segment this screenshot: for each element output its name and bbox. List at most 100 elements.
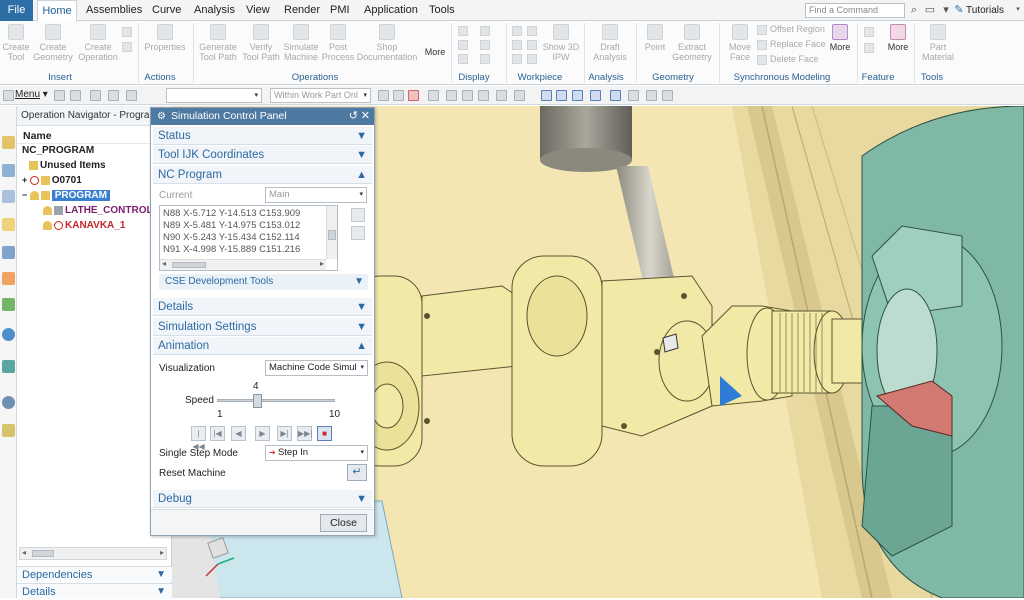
- select-icon[interactable]: [90, 90, 101, 101]
- feature-tool-icon[interactable]: [864, 42, 877, 53]
- rewind-to-start-button[interactable]: |◀◀: [191, 426, 206, 451]
- cse-development-tools[interactable]: CSE Development Tools ▼: [159, 274, 368, 290]
- tab-file[interactable]: File: [0, 0, 33, 21]
- stop-button[interactable]: ■: [317, 426, 332, 441]
- close-icon[interactable]: ✕: [361, 108, 370, 125]
- draft-analysis-button[interactable]: Draft Analysis: [590, 24, 630, 62]
- constraint-navigator-icon[interactable]: [2, 164, 15, 177]
- tutorials-link[interactable]: Tutorials: [966, 0, 1004, 21]
- tab-home[interactable]: Home: [37, 0, 77, 22]
- step-back-button[interactable]: |◀: [210, 426, 225, 441]
- view-icon[interactable]: [610, 90, 621, 101]
- reset-machine-button[interactable]: ↵: [347, 464, 367, 481]
- tab-tools[interactable]: Tools: [429, 0, 455, 21]
- display-tool-icon[interactable]: [458, 53, 471, 64]
- nc-list-icon[interactable]: [351, 226, 365, 240]
- extract-geometry-button[interactable]: Extract Geometry: [672, 24, 712, 62]
- play-reverse-button[interactable]: ◀: [231, 426, 246, 441]
- step-forward-button[interactable]: ▶|: [277, 426, 292, 441]
- display-tool-icon[interactable]: [480, 53, 493, 64]
- view-icon[interactable]: [541, 90, 552, 101]
- tree-row-unused-items[interactable]: Unused Items: [29, 158, 106, 173]
- workpiece-tool-icon[interactable]: [512, 25, 525, 36]
- assembly-navigator-icon[interactable]: [2, 136, 15, 149]
- create-tool-button[interactable]: Create Tool: [2, 24, 30, 62]
- show-3d-ipw-button[interactable]: Show 3D IPW: [541, 24, 581, 62]
- tree-row-program[interactable]: − PROGRAM: [22, 188, 110, 203]
- select-icon[interactable]: [54, 90, 65, 101]
- display-tool-icon[interactable]: [458, 25, 471, 36]
- menu-button[interactable]: Menu ▾: [15, 89, 48, 100]
- nc-line[interactable]: N88 X-5.712 Y-14.513 C153.909: [163, 208, 300, 220]
- scrollbar-thumb[interactable]: [172, 262, 206, 268]
- snap-icon[interactable]: [514, 90, 525, 101]
- clock-icon[interactable]: [2, 396, 15, 409]
- snap-icon[interactable]: [428, 90, 439, 101]
- single-step-mode-select[interactable]: ➔ Step In ▾: [265, 445, 368, 461]
- sync-more-button[interactable]: More: [826, 24, 854, 52]
- snap-icon[interactable]: [462, 90, 473, 101]
- close-button[interactable]: Close: [320, 514, 367, 532]
- snap-icon[interactable]: [408, 90, 419, 101]
- roles-icon[interactable]: [2, 424, 15, 437]
- snap-icon[interactable]: [478, 90, 489, 101]
- play-forward-button[interactable]: ▶: [255, 426, 270, 441]
- tab-render[interactable]: Render: [284, 0, 320, 21]
- scope-select[interactable]: Within Work Part Onl ▾: [270, 88, 371, 103]
- column-header-name[interactable]: Name: [17, 128, 172, 144]
- create-operation-button[interactable]: Create Operation: [76, 24, 120, 62]
- post-process-button[interactable]: Post Process: [321, 24, 355, 62]
- machine-navigator-icon[interactable]: [2, 246, 15, 259]
- offset-region-button[interactable]: Offset Region: [757, 24, 825, 35]
- display-tool-icon[interactable]: [480, 39, 493, 50]
- tree-row-nc-program[interactable]: NC_PROGRAM: [22, 143, 94, 158]
- scrollbar-thumb[interactable]: [328, 230, 336, 240]
- type-filter-select[interactable]: ▾: [166, 88, 262, 103]
- fast-forward-button[interactable]: ▶▶|: [297, 426, 312, 441]
- speed-slider[interactable]: [217, 394, 335, 408]
- point-button[interactable]: Point: [642, 24, 668, 52]
- nc-line[interactable]: N91 X-4.998 Y-15.889 C151.216: [163, 244, 300, 256]
- tree-row-o0701[interactable]: + O0701: [22, 173, 82, 188]
- view-icon[interactable]: [646, 90, 657, 101]
- display-tool-icon[interactable]: [480, 25, 493, 36]
- horizontal-scrollbar[interactable]: ◂ ▸: [19, 547, 167, 560]
- dropdown-icon[interactable]: ▾: [940, 4, 952, 16]
- operations-more-button[interactable]: More: [421, 47, 449, 57]
- reset-dialog-icon[interactable]: ↺: [349, 108, 358, 125]
- visualization-select[interactable]: Machine Code Simul ▾: [265, 360, 368, 376]
- workpiece-tool-icon[interactable]: [527, 39, 540, 50]
- tab-assemblies[interactable]: Assemblies: [86, 0, 142, 21]
- current-program-select[interactable]: Main ▾: [265, 187, 367, 203]
- nc-line[interactable]: N90 X-5.243 Y-15.434 C152.114: [163, 232, 300, 244]
- properties-button[interactable]: Properties: [142, 24, 188, 52]
- delete-face-button[interactable]: Delete Face: [757, 54, 819, 65]
- nc-list-vscroll[interactable]: [326, 206, 337, 259]
- tab-view[interactable]: View: [246, 0, 270, 21]
- snap-icon[interactable]: [378, 90, 389, 101]
- section-details[interactable]: Details ▼: [153, 298, 372, 316]
- nc-edit-icon[interactable]: [351, 208, 365, 222]
- create-geometry-button[interactable]: Create Geometry: [32, 24, 74, 62]
- section-debug[interactable]: Debug ▼: [153, 490, 372, 508]
- workpiece-tool-icon[interactable]: [527, 53, 540, 64]
- section-tool-ijk[interactable]: Tool IJK Coordinates ▼: [153, 146, 372, 164]
- tree-row-kanavka-1[interactable]: KANAVKA_1: [43, 218, 125, 233]
- nc-list-hscroll[interactable]: ◂ ▸: [160, 259, 326, 270]
- details-section[interactable]: Details ▼: [17, 583, 172, 599]
- workpiece-tool-icon[interactable]: [512, 39, 525, 50]
- snap-icon[interactable]: [496, 90, 507, 101]
- nc-line[interactable]: N89 X-5.481 Y-14.975 C153.012: [163, 220, 300, 232]
- reuse-library-icon[interactable]: [2, 218, 15, 231]
- window-icon[interactable]: ▭: [924, 4, 936, 16]
- feature-tool-icon[interactable]: [864, 26, 877, 37]
- delete-icon[interactable]: [122, 41, 135, 52]
- find-command-input[interactable]: Find a Command: [805, 3, 905, 18]
- section-nc-program[interactable]: NC Program ▲: [153, 166, 372, 184]
- tree-row-lathe-control[interactable]: LATHE_CONTROL: [43, 203, 153, 218]
- part-material-button[interactable]: Part Material: [918, 24, 958, 62]
- dependencies-section[interactable]: Dependencies ▼: [17, 566, 172, 582]
- generate-tool-path-button[interactable]: Generate Tool Path: [196, 24, 240, 62]
- tutorials-icon[interactable]: ✎: [953, 4, 965, 16]
- replace-face-button[interactable]: Replace Face: [757, 39, 826, 50]
